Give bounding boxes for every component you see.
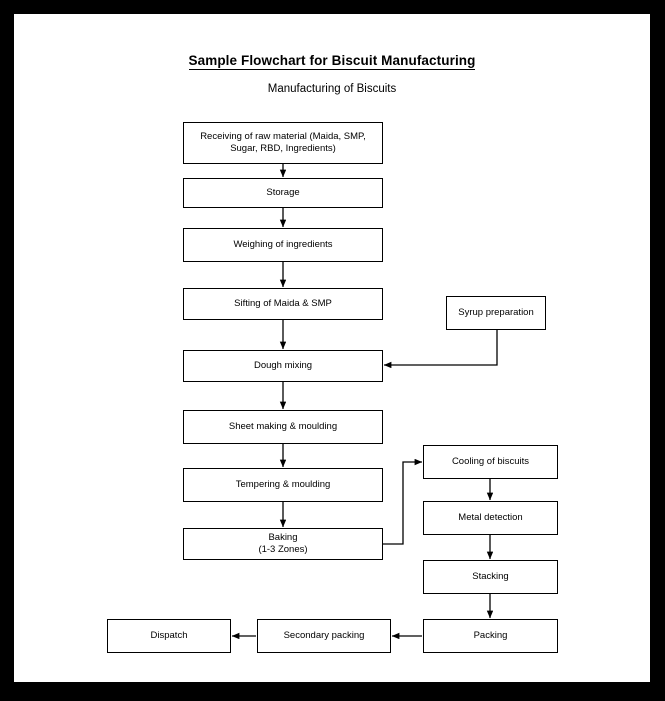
node-secondary-packing[interactable]: Secondary packing [257,619,391,653]
node-tempering-label: Tempering & moulding [235,478,331,490]
node-stacking[interactable]: Stacking [423,560,558,594]
node-weighing[interactable]: Weighing of ingredients [183,228,383,262]
node-metal-detection-label: Metal detection [458,511,523,523]
node-packing-label: Packing [473,629,508,641]
node-receiving-label-line2: Sugar, RBD, Ingredients) [230,143,336,154]
node-baking[interactable]: Baking (1-3 Zones) [183,528,383,560]
document-page: Sample Flowchart for Biscuit Manufacturi… [14,14,650,682]
node-receiving-label-line1: Receiving of raw material (Maida, SMP, [200,130,366,142]
node-syrup-preparation[interactable]: Syrup preparation [446,296,546,330]
node-syrup-preparation-label: Syrup preparation [458,306,534,318]
node-storage-label: Storage [266,186,300,198]
flowchart-canvas: Sample Flowchart for Biscuit Manufacturi… [14,14,650,682]
edge-baking-to-cooling [383,458,423,545]
node-sifting-label: Sifting of Maida & SMP [234,297,332,309]
node-weighing-label: Weighing of ingredients [233,238,333,250]
node-dough-mixing-label: Dough mixing [253,359,313,371]
node-stacking-label: Stacking [472,570,509,582]
edge-syrup-to-dough-mixing [383,330,498,369]
page-title: Sample Flowchart for Biscuit Manufacturi… [14,53,650,70]
node-packing[interactable]: Packing [423,619,558,653]
node-dough-mixing[interactable]: Dough mixing [183,350,383,382]
node-sheet-making[interactable]: Sheet making & moulding [183,410,383,444]
node-receiving[interactable]: Receiving of raw material (Maida, SMP, S… [183,122,383,164]
node-secondary-packing-label: Secondary packing [283,629,365,641]
page-subtitle: Manufacturing of Biscuits [267,83,397,95]
node-dispatch[interactable]: Dispatch [107,619,231,653]
node-cooling[interactable]: Cooling of biscuits [423,445,558,479]
node-storage[interactable]: Storage [183,178,383,208]
node-baking-label-line2: (1-3 Zones) [258,544,308,555]
node-cooling-label: Cooling of biscuits [451,455,530,467]
node-tempering[interactable]: Tempering & moulding [183,468,383,502]
node-sifting[interactable]: Sifting of Maida & SMP [183,288,383,320]
node-baking-label-line1: Baking [268,531,298,543]
node-sheet-making-label: Sheet making & moulding [228,420,338,432]
node-dispatch-label: Dispatch [150,629,188,641]
node-metal-detection[interactable]: Metal detection [423,501,558,535]
page-title-text: Sample Flowchart for Biscuit Manufacturi… [188,53,476,70]
